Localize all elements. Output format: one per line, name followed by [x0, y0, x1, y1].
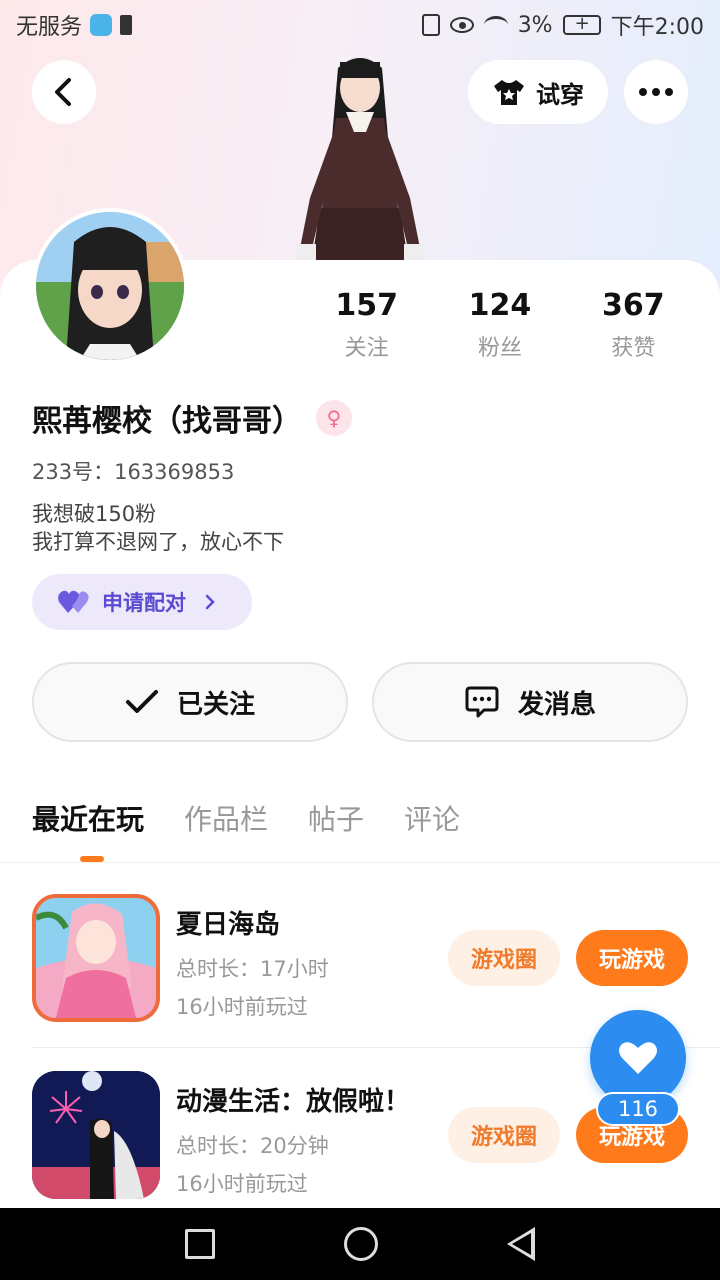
tabs-divider — [0, 862, 720, 863]
chevron-left-icon — [55, 78, 71, 106]
wifi-icon — [483, 16, 508, 34]
game-thumbnail-image — [32, 1071, 160, 1199]
user-id: 233号：163369853 — [32, 460, 235, 484]
stat-label: 获赞 — [611, 336, 656, 361]
game-title: 夏日海岛 — [176, 910, 281, 940]
profile-stats: 157 关注 124 粉丝 367 获赞 — [300, 286, 700, 362]
game-circle-button[interactable]: 游戏圈 — [448, 1107, 560, 1163]
pair-request-button[interactable]: 申请配对 — [32, 574, 252, 630]
bio-line: 我想破150粉 — [32, 502, 157, 526]
status-bar: 无服务 3% 下午2:00 — [0, 0, 720, 50]
check-icon — [125, 690, 158, 713]
game-meta: 总时长：20分钟 16小时前玩过 — [176, 1127, 329, 1203]
recent-apps-icon[interactable] — [184, 1229, 215, 1259]
stat-value: 367 — [602, 288, 665, 323]
eye-icon — [449, 17, 474, 33]
heart-icon — [619, 1042, 657, 1074]
more-button[interactable] — [624, 60, 688, 124]
try-on-label: 试穿 — [536, 80, 584, 109]
avatar-image — [36, 212, 184, 360]
more-dot-icon — [639, 88, 647, 96]
game-duration: 总时长：20分钟 — [176, 1134, 329, 1158]
nickname: 熙苒樱校（找哥哥） — [32, 404, 302, 439]
stat-label: 粉丝 — [477, 336, 522, 361]
tab-works[interactable]: 作品栏 — [184, 798, 268, 838]
vibrate-icon — [421, 14, 440, 36]
bio-line: 我打算不退网了，放心不下 — [32, 530, 284, 554]
battery-percent: 3% — [517, 12, 553, 38]
pair-request-label: 申请配对 — [102, 591, 186, 615]
game-thumbnail-image — [36, 898, 156, 1018]
system-nav-bar — [0, 1208, 720, 1280]
clock: 下午2:00 — [610, 15, 704, 40]
game-last-played: 16小时前玩过 — [176, 995, 308, 1019]
more-dot-icon — [665, 88, 673, 96]
shirt-icon — [494, 80, 524, 105]
shield-icon — [90, 14, 113, 36]
character-model — [296, 58, 424, 260]
home-icon[interactable] — [343, 1227, 378, 1261]
game-last-played: 16小时前玩过 — [176, 1172, 308, 1196]
play-game-button[interactable]: 玩游戏 — [576, 930, 688, 986]
battery-icon — [562, 13, 601, 35]
back-triangle-icon[interactable] — [507, 1227, 536, 1261]
female-gender-icon: ♀ — [316, 400, 352, 436]
bio: 我想破150粉 我打算不退网了，放心不下 — [32, 500, 284, 556]
try-on-button[interactable]: 试穿 — [468, 60, 608, 124]
double-heart-icon — [58, 590, 89, 613]
send-message-label: 发消息 — [517, 689, 596, 720]
game-thumbnail[interactable] — [32, 1071, 160, 1199]
game-duration: 总时长：17小时 — [176, 957, 329, 981]
back-button[interactable] — [32, 60, 96, 124]
stat-value: 124 — [468, 288, 532, 323]
chevron-right-icon — [205, 594, 215, 610]
followed-button[interactable]: 已关注 — [32, 662, 348, 742]
like-count-badge: 116 — [596, 1092, 680, 1126]
tab-recently-played[interactable]: 最近在玩 — [32, 798, 144, 862]
stat-value: 157 — [335, 288, 398, 323]
nickname-row: 熙苒樱校（找哥哥） ♀ — [32, 396, 352, 440]
followed-label: 已关注 — [176, 689, 255, 720]
send-message-button[interactable]: 发消息 — [372, 662, 688, 742]
more-dot-icon — [652, 88, 660, 96]
stat-likes[interactable]: 367 获赞 — [567, 286, 700, 362]
game-meta: 总时长：17小时 16小时前玩过 — [176, 950, 329, 1026]
profile-tabs: 最近在玩 作品栏 帖子 评论 — [32, 798, 460, 862]
tab-comments[interactable]: 评论 — [404, 798, 460, 838]
carrier-text: 无服务 — [16, 15, 83, 40]
stat-followers[interactable]: 124 粉丝 — [433, 286, 566, 362]
game-title: 动漫生活：放假啦！ — [176, 1087, 411, 1117]
game-thumbnail[interactable] — [32, 894, 160, 1022]
battery-alert-icon — [120, 15, 133, 35]
stat-label: 关注 — [344, 336, 389, 361]
game-circle-button[interactable]: 游戏圈 — [448, 930, 560, 986]
avatar[interactable] — [32, 208, 188, 364]
tab-posts[interactable]: 帖子 — [308, 798, 364, 838]
stat-following[interactable]: 157 关注 — [300, 286, 433, 362]
chat-icon — [465, 686, 499, 718]
